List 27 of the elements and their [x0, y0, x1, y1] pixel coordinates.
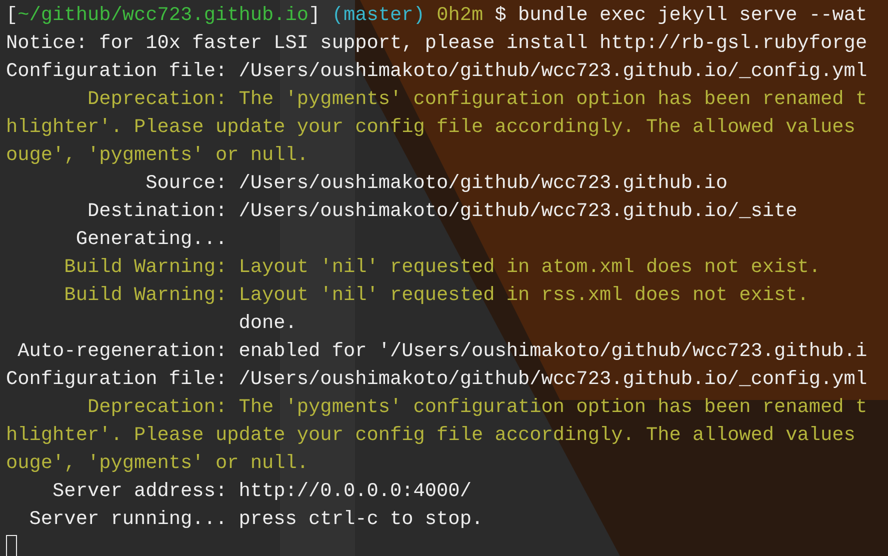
terminal-text: done.	[238, 311, 297, 336]
terminal-text: Notice: for 10x faster LSI support, please install http://rb-gsl.rubyforge	[6, 31, 868, 56]
warning-text: Layout 'nil' requested in rss.xml does not exist.	[238, 283, 809, 308]
warning-text: ouge', 'pygments' or null.	[6, 143, 309, 168]
terminal-text: Destination: /Users/oushimakoto/github/wcc723.github.io/_site	[86, 199, 798, 224]
warning-text: Deprecation: The 'pygments' configuration option has been renamed t	[86, 395, 868, 420]
warning-text: ouge', 'pygments' or null.	[6, 451, 309, 476]
terminal-text: Generating...	[74, 227, 228, 252]
warning-text: Build Warning:	[63, 255, 228, 280]
terminal-text: Auto-regeneration: enabled for '/Users/oushimakoto/github/wcc723.github.i	[16, 339, 868, 364]
elapsed-time: 0h2m	[436, 3, 484, 28]
terminal-text: Configuration file: /Users/oushimakoto/github/wcc723.github.io/_config.yml	[6, 59, 868, 84]
text-cursor	[6, 535, 17, 556]
warning-text: Deprecation: The 'pygments' configuration option has been renamed t	[86, 87, 868, 112]
terminal-text: Source: /Users/oushimakoto/github/wcc723.github.io	[144, 171, 728, 196]
prompt-path: ~/github/wcc723.github.io	[18, 3, 309, 28]
warning-text: hlighter'. Please update your config file accordingly. The allowed values	[6, 115, 856, 140]
terminal-text: Configuration file: /Users/oushimakoto/github/wcc723.github.io/_config.yml	[6, 367, 868, 392]
terminal-text: Server running... press ctrl-c to stop.	[28, 507, 484, 532]
branch-label: (master)	[332, 3, 425, 28]
warning-text: Layout 'nil' requested in atom.xml does not exist.	[238, 255, 821, 280]
terminal-text: ]	[308, 3, 322, 28]
terminal-text: [	[6, 3, 18, 28]
terminal-text: $ bundle exec jekyll serve --wat	[494, 3, 868, 28]
warning-text: Build Warning:	[63, 283, 228, 308]
terminal-text: Server address: http://0.0.0.0:4000/	[52, 479, 472, 504]
warning-text: hlighter'. Please update your config file accordingly. The allowed values	[6, 423, 856, 448]
